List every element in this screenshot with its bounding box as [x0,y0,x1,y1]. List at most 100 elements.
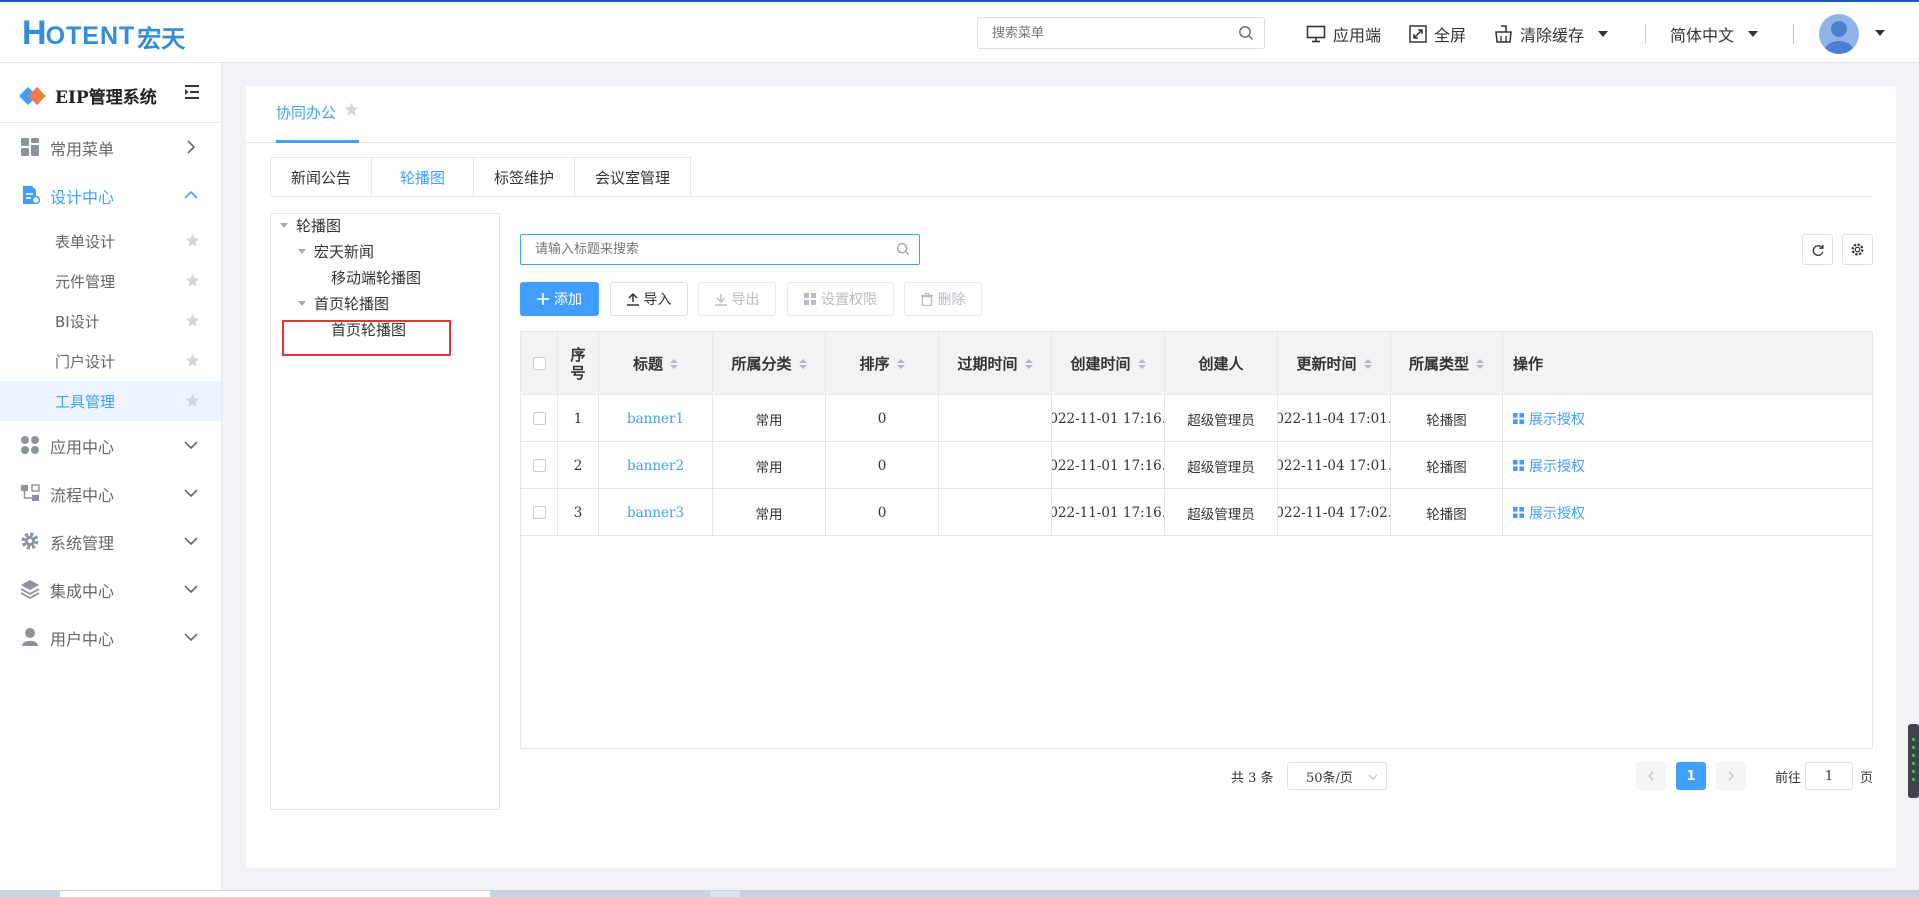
page-size-select[interactable]: 50条/页 [1287,762,1387,790]
table-row[interactable]: 3 banner3 常用 0 2022-11-01 17:16… 超级管理员 2… [521,489,1872,536]
import-button[interactable]: 导入 [610,282,688,316]
language-selector[interactable]: 简体中文 [1670,22,1759,46]
sort-icon[interactable] [1024,358,1033,369]
tab-tag-maintenance[interactable]: 标签维护 [474,158,576,197]
star-icon[interactable] [344,102,359,117]
star-icon[interactable] [185,233,200,248]
header-sort-order[interactable]: 排序 [826,332,939,395]
tab-carousel[interactable]: 轮播图 [372,158,475,197]
tree-node-hotent-news[interactable]: 宏天新闻 [298,240,374,262]
title-search-box[interactable] [520,234,920,265]
caret-down-icon[interactable] [280,222,288,228]
cell-expire-time [939,395,1052,442]
tab-meeting-room-management[interactable]: 会议室管理 [575,158,691,197]
logo-cn: 宏天 [137,25,186,53]
caret-down-icon[interactable] [298,248,306,254]
cell-title-link[interactable]: banner2 [599,442,713,489]
sort-icon[interactable] [1476,358,1484,369]
clear-cache-button[interactable]: 清除缓存 [1494,22,1609,46]
refresh-icon [1812,244,1823,256]
sidebar-item-app-center[interactable]: 应用中心 [0,421,221,469]
goto-page-input[interactable]: 1 [1805,762,1853,790]
floating-side-widget[interactable] [1908,724,1919,798]
row-select-cell[interactable] [521,442,558,489]
menu-search-box[interactable] [977,17,1265,49]
sidebar-item-design-center[interactable]: 设计中心 [0,171,221,219]
caret-down-icon[interactable] [298,300,306,306]
search-icon[interactable] [896,242,910,260]
page-number-current[interactable]: 1 [1676,762,1706,790]
table-row[interactable]: 2 banner2 常用 0 2022-11-01 17:16… 超级管理员 2… [521,442,1872,489]
row-select-cell[interactable] [521,489,558,536]
display-authorization-link[interactable]: 展示授权 [1513,409,1585,429]
star-icon[interactable] [185,393,200,408]
fullscreen-label: 全屏 [1434,26,1467,45]
menu-search-input[interactable] [978,18,1218,48]
logo-h: H [22,13,47,52]
app-end-label: 应用端 [1333,26,1382,45]
collapse-menu-icon[interactable] [184,84,200,104]
sidebar-item-common-menu[interactable]: 常用菜单 [0,123,221,171]
sidebar-subitem-portal-design[interactable]: 门户设计 [0,341,221,381]
cell-title-link[interactable]: banner3 [599,489,713,536]
banner-table: 序号 标题 所属分类 排序 过期时间 创建时间 创建人 更新时间 所属类型 操作… [520,331,1873,749]
display-authorization-link[interactable]: 展示授权 [1513,503,1585,523]
header-title[interactable]: 标题 [599,332,713,395]
display-authorization-link[interactable]: 展示授权 [1513,456,1585,476]
user-avatar[interactable] [1819,14,1859,54]
bottom-scrollbar[interactable] [0,890,1919,897]
sort-icon[interactable] [670,358,678,369]
cell-title-link[interactable]: banner1 [599,395,713,442]
table-row[interactable]: 1 banner1 常用 0 2022-11-01 17:16… 超级管理员 2… [521,395,1872,442]
header-created-time[interactable]: 创建时间 [1052,332,1165,395]
star-icon[interactable] [185,353,200,368]
row-checkbox[interactable] [532,506,546,519]
tree-node-homepage-carousel[interactable]: 首页轮播图 [298,292,389,314]
sort-icon[interactable] [1363,358,1372,369]
chevron-down-icon [1598,31,1609,37]
row-select-cell[interactable] [521,395,558,442]
sidebar-subitem-form-design[interactable]: 表单设计 [0,221,221,261]
search-icon[interactable] [1238,25,1254,45]
header-expire-time[interactable]: 过期时间 [939,332,1052,395]
row-checkbox[interactable] [532,412,546,425]
sidebar-item-user-center[interactable]: 用户中心 [0,613,221,661]
sidebar-subitem-bi-design[interactable]: BI设计 [0,301,221,341]
select-all-checkbox[interactable] [532,357,546,370]
prev-page-button[interactable] [1636,762,1666,790]
sidebar-item-flow-center[interactable]: 流程中心 [0,469,221,517]
export-button[interactable]: 导出 [698,282,776,316]
gear-icon [1851,243,1864,256]
set-permission-button[interactable]: 设置权限 [787,282,894,316]
delete-button[interactable]: 删除 [904,282,982,316]
next-page-button[interactable] [1716,762,1746,790]
refresh-button[interactable] [1802,234,1833,265]
sort-icon[interactable] [896,358,905,369]
sidebar-item-system-management[interactable]: 系统管理 [0,517,221,565]
star-icon[interactable] [185,273,200,288]
star-icon[interactable] [185,313,200,328]
sort-icon[interactable] [1137,358,1146,369]
header-updated-time[interactable]: 更新时间 [1278,332,1391,395]
title-search-input[interactable] [521,235,861,264]
app-end-button[interactable]: 应用端 [1306,22,1381,46]
sidebar-subitem-component-management[interactable]: 元件管理 [0,261,221,301]
tab-news-announcement[interactable]: 新闻公告 [271,158,373,197]
row-checkbox[interactable] [532,459,546,472]
header-label: 操作 [1513,355,1544,373]
tab-collaboration-office[interactable]: 协同办公 [276,102,360,143]
sort-icon[interactable] [798,358,807,369]
add-button[interactable]: 添加 [520,282,599,316]
hotent-logo[interactable]: H OTENT 宏天 [22,13,186,53]
sidebar-subitem-tool-management[interactable]: 工具管理 [0,381,221,421]
table-header: 序号 标题 所属分类 排序 过期时间 创建时间 创建人 更新时间 所属类型 操作 [521,332,1872,395]
sidebar-item-integration-center[interactable]: 集成中心 [0,565,221,613]
header-category[interactable]: 所属分类 [713,332,826,395]
header-select-all[interactable] [521,332,558,395]
tree-node-mobile-carousel[interactable]: 移动端轮播图 [331,266,421,288]
tree-node-root[interactable]: 轮播图 [280,214,341,236]
user-menu-chevron-icon[interactable] [1875,30,1885,36]
fullscreen-button[interactable]: 全屏 [1409,22,1466,46]
table-settings-button[interactable] [1842,234,1873,265]
header-type[interactable]: 所属类型 [1391,332,1503,395]
